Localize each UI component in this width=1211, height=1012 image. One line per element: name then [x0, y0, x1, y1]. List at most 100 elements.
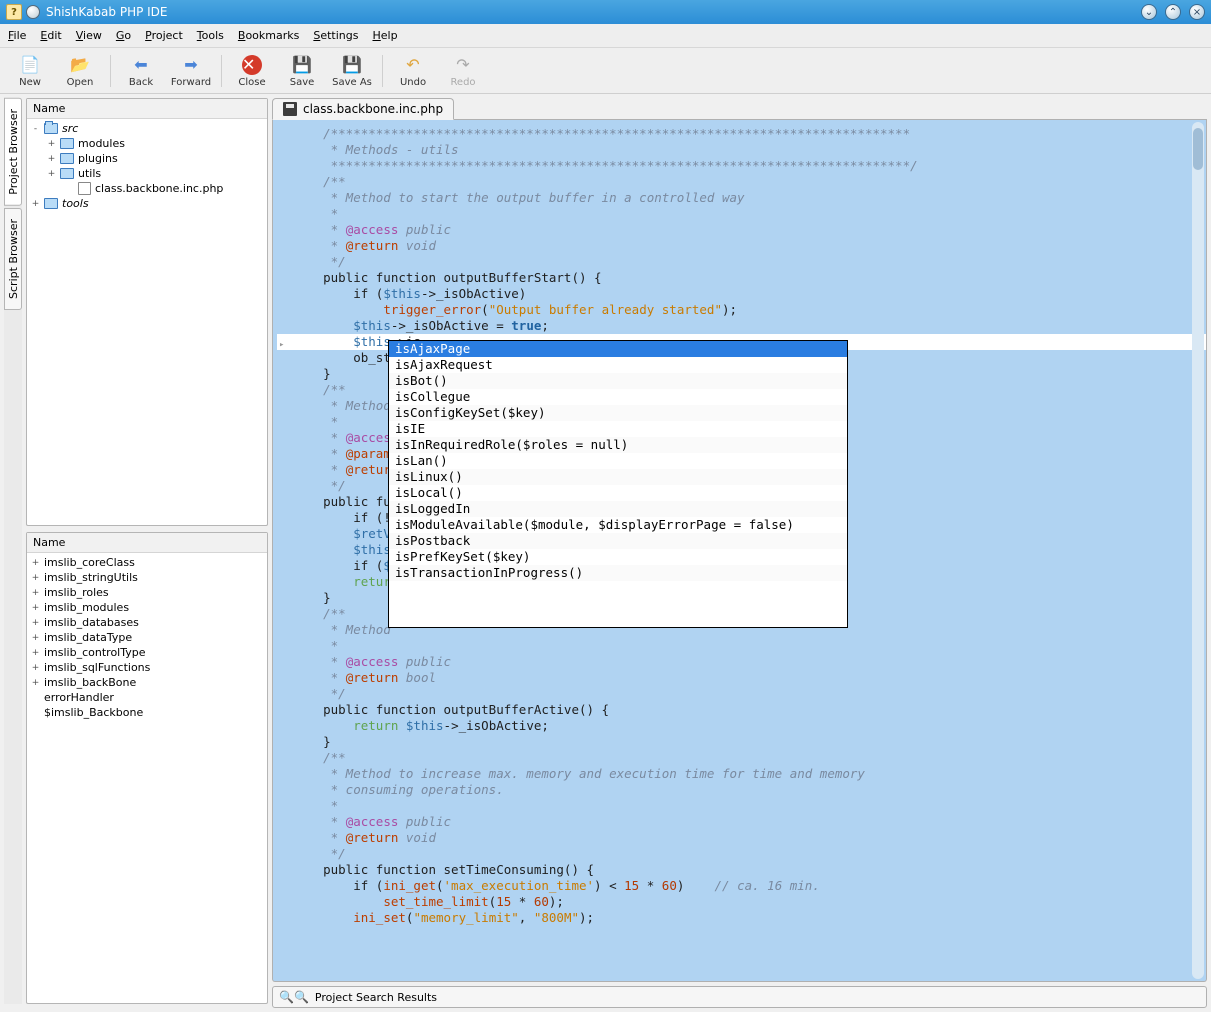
expand-icon[interactable]: + — [31, 199, 40, 208]
menu-edit[interactable]: Edit — [40, 29, 61, 42]
script-list-item[interactable]: +imslib_backBone — [27, 675, 267, 690]
autocomplete-item[interactable]: isConfigKeySet($key) — [389, 405, 847, 421]
code-line[interactable]: * — [277, 638, 1206, 654]
back-button[interactable]: ⬅ Back — [117, 50, 165, 92]
forward-button[interactable]: ➡ Forward — [167, 50, 215, 92]
autocomplete-item[interactable]: isModuleAvailable($module, $displayError… — [389, 517, 847, 533]
new-button[interactable]: 📄 New — [6, 50, 54, 92]
expand-icon[interactable]: + — [31, 588, 40, 597]
code-line[interactable]: public function outputBufferActive() { — [277, 702, 1206, 718]
code-line[interactable]: * @return bool — [277, 670, 1206, 686]
close-button[interactable]: ✕ Close — [228, 50, 276, 92]
code-line[interactable]: /***************************************… — [277, 126, 1206, 142]
script-list-item[interactable]: +imslib_controlType — [27, 645, 267, 660]
maximize-icon[interactable]: ⌃ — [1165, 4, 1181, 20]
save-button[interactable]: 💾 Save — [278, 50, 326, 92]
code-line[interactable]: $this->_isObActive = true; — [277, 318, 1206, 334]
code-line[interactable]: * @access public — [277, 654, 1206, 670]
collapse-icon[interactable]: - — [31, 124, 40, 133]
code-line[interactable]: ini_set("memory_limit", "800M"); — [277, 910, 1206, 926]
code-line[interactable]: * — [277, 206, 1206, 222]
autocomplete-item[interactable]: isLocal() — [389, 485, 847, 501]
menu-tools[interactable]: Tools — [197, 29, 224, 42]
code-line[interactable]: * @return void — [277, 830, 1206, 846]
code-editor[interactable]: /***************************************… — [272, 120, 1207, 982]
close-window-icon[interactable]: × — [1189, 4, 1205, 20]
saveas-button[interactable]: 💾 Save As — [328, 50, 376, 92]
code-line[interactable]: /** — [277, 750, 1206, 766]
project-tree[interactable]: -src +modules +plugins +utils class.back… — [27, 119, 267, 525]
app-help-icon[interactable]: ? — [6, 4, 22, 20]
menu-settings[interactable]: Settings — [313, 29, 358, 42]
code-line[interactable]: * consuming operations. — [277, 782, 1206, 798]
code-line[interactable]: if ($this->_isObActive) — [277, 286, 1206, 302]
code-line[interactable]: public function outputBufferStart() { — [277, 270, 1206, 286]
code-line[interactable]: * @access public — [277, 814, 1206, 830]
expand-icon[interactable]: + — [31, 618, 40, 627]
tree-node-modules[interactable]: +modules — [27, 136, 267, 151]
editor-tab[interactable]: class.backbone.inc.php — [272, 98, 454, 120]
autocomplete-item[interactable]: isAjaxRequest — [389, 357, 847, 373]
expand-icon[interactable]: + — [31, 663, 40, 672]
bottom-panel[interactable]: 🔍🔍 Project Search Results — [272, 986, 1207, 1008]
autocomplete-item[interactable]: isLinux() — [389, 469, 847, 485]
scrollbar[interactable] — [1192, 122, 1204, 979]
script-list-item[interactable]: +imslib_dataType — [27, 630, 267, 645]
code-line[interactable]: public function setTimeConsuming() { — [277, 862, 1206, 878]
autocomplete-item[interactable]: isTransactionInProgress() — [389, 565, 847, 581]
tab-script-browser[interactable]: Script Browser — [4, 208, 22, 310]
scroll-thumb[interactable] — [1193, 128, 1203, 170]
expand-icon[interactable]: + — [31, 678, 40, 687]
expand-icon[interactable]: + — [47, 139, 56, 148]
autocomplete-item[interactable]: isLoggedIn — [389, 501, 847, 517]
menu-bookmarks[interactable]: Bookmarks — [238, 29, 299, 42]
tree-node-plugins[interactable]: +plugins — [27, 151, 267, 166]
code-line[interactable]: if (ini_get('max_execution_time') < 15 *… — [277, 878, 1206, 894]
script-list[interactable]: +imslib_coreClass+imslib_stringUtils+ims… — [27, 553, 267, 1003]
tree-node-file[interactable]: class.backbone.inc.php — [27, 181, 267, 196]
script-list-item[interactable]: +imslib_sqlFunctions — [27, 660, 267, 675]
code-line[interactable]: return $this->_isObActive; — [277, 718, 1206, 734]
code-line[interactable]: ****************************************… — [277, 158, 1206, 174]
expand-icon[interactable]: + — [47, 169, 56, 178]
code-line[interactable]: */ — [277, 686, 1206, 702]
autocomplete-item[interactable]: isAjaxPage — [389, 341, 847, 357]
autocomplete-item[interactable]: isPrefKeySet($key) — [389, 549, 847, 565]
menu-file[interactable]: File — [8, 29, 26, 42]
autocomplete-item[interactable]: isPostback — [389, 533, 847, 549]
code-line[interactable]: */ — [277, 846, 1206, 862]
menu-project[interactable]: Project — [145, 29, 183, 42]
tree-node-tools[interactable]: +tools — [27, 196, 267, 211]
script-list-item[interactable]: +imslib_stringUtils — [27, 570, 267, 585]
undo-button[interactable]: ↶ Undo — [389, 50, 437, 92]
expand-icon[interactable]: + — [31, 633, 40, 642]
autocomplete-item[interactable]: isInRequiredRole($roles = null) — [389, 437, 847, 453]
script-list-item[interactable]: +imslib_roles — [27, 585, 267, 600]
tree-node-src[interactable]: -src — [27, 121, 267, 136]
script-list-item[interactable]: +imslib_databases — [27, 615, 267, 630]
code-line[interactable]: * @return void — [277, 238, 1206, 254]
autocomplete-item[interactable]: isIE — [389, 421, 847, 437]
menu-go[interactable]: Go — [116, 29, 131, 42]
code-line[interactable]: * Method to increase max. memory and exe… — [277, 766, 1206, 782]
expand-icon[interactable]: + — [31, 648, 40, 657]
open-button[interactable]: 📂 Open — [56, 50, 104, 92]
minimize-icon[interactable]: ⌄ — [1141, 4, 1157, 20]
code-line[interactable]: * — [277, 798, 1206, 814]
expand-icon[interactable]: + — [47, 154, 56, 163]
menu-help[interactable]: Help — [372, 29, 397, 42]
code-line[interactable]: * Methods - utils — [277, 142, 1206, 158]
code-line[interactable]: */ — [277, 254, 1206, 270]
autocomplete-item[interactable]: isBot() — [389, 373, 847, 389]
code-line[interactable]: /** — [277, 174, 1206, 190]
script-list-item[interactable]: +imslib_coreClass — [27, 555, 267, 570]
script-list-item[interactable]: errorHandler — [27, 690, 267, 705]
tree-node-utils[interactable]: +utils — [27, 166, 267, 181]
menu-view[interactable]: View — [76, 29, 102, 42]
autocomplete-item[interactable]: isCollegue — [389, 389, 847, 405]
expand-icon[interactable]: + — [31, 573, 40, 582]
script-list-item[interactable]: +imslib_modules — [27, 600, 267, 615]
code-line[interactable]: } — [277, 734, 1206, 750]
autocomplete-popup[interactable]: isAjaxPageisAjaxRequestisBot()isCollegue… — [388, 340, 848, 628]
tab-project-browser[interactable]: Project Browser — [4, 98, 22, 206]
